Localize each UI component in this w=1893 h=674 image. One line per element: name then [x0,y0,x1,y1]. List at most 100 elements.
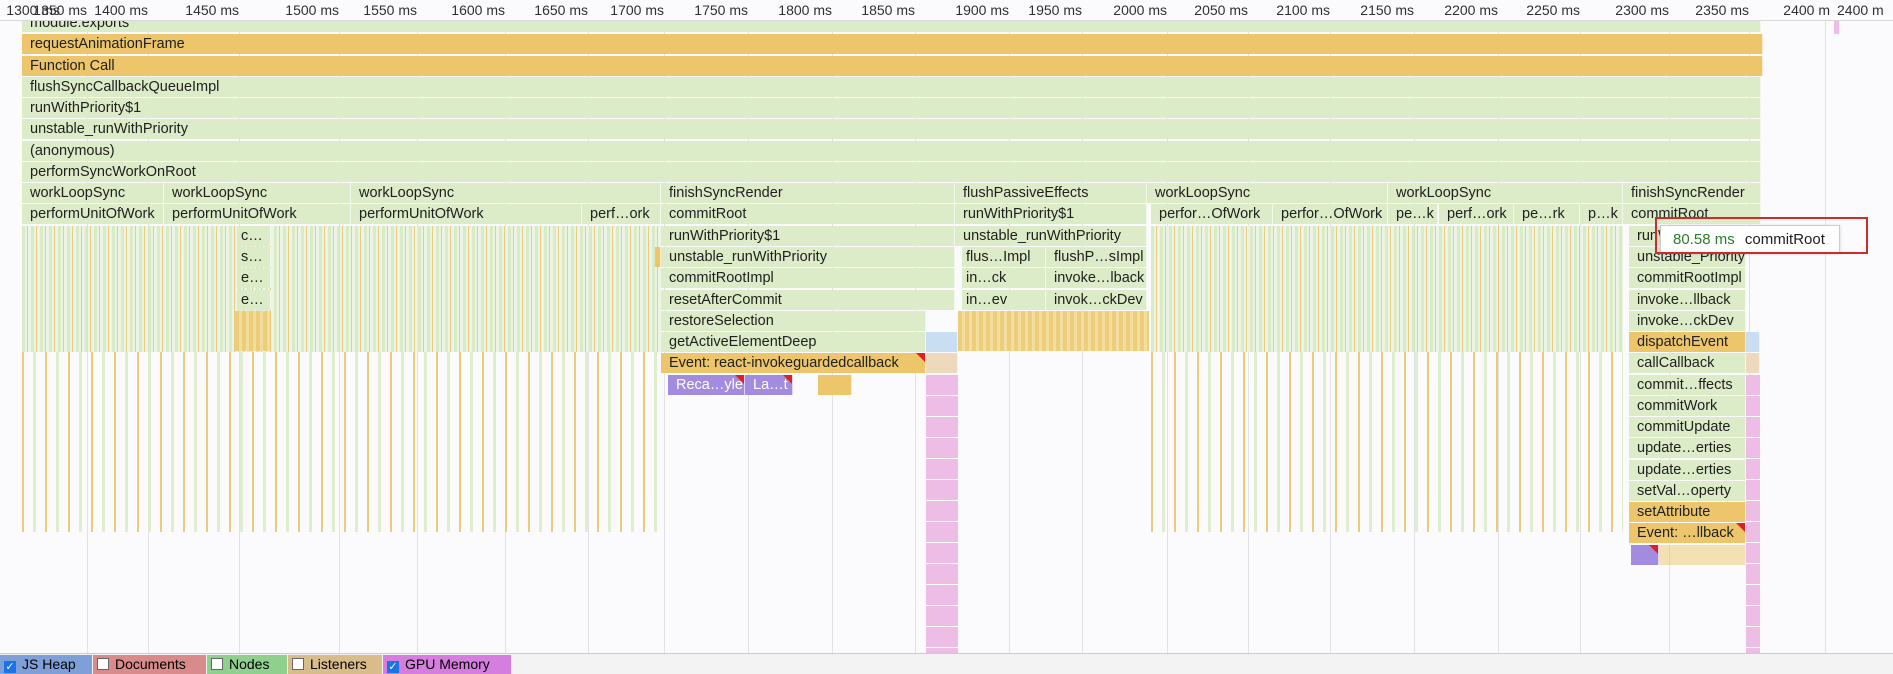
checkbox-icon[interactable] [97,658,109,670]
ruler-tick: 1750 ms [694,2,748,18]
frame-gpu-task[interactable] [1746,332,1760,352]
frame-invoke-callback[interactable]: invoke…llback [1629,290,1746,310]
frame-perform-unit-of-work[interactable]: perf…ork [582,204,661,224]
ruler-tick: 2100 ms [1276,2,1330,18]
frame-perform-unit-of-work[interactable]: performUnitOfWork [164,204,351,224]
ruler-tick: 1800 ms [778,2,832,18]
frame-recalculate-style[interactable]: Reca…yle [668,375,745,395]
ruler-tick: 1950 ms [1028,2,1082,18]
ruler-tick: 2400 m [1837,2,1884,18]
frame-unstable-run-with-priority[interactable]: unstable_runWithPriority [955,226,1147,246]
frame-event-react-invokeguardedcallback[interactable]: Event: react-invokeguardedcallback [661,353,926,373]
flame-chart[interactable]: wrapper module.exports requestAnimationF… [0,0,1893,653]
frame-reset-after-commit[interactable]: resetAfterCommit [661,290,955,310]
frame-commit-root-impl[interactable]: commitRootImpl [1629,268,1746,288]
flush-passive-subframes[interactable] [958,311,1149,351]
ruler-tick: 1400 ms [94,2,148,18]
work-loop-subframes[interactable] [235,311,271,351]
frame-perform-unit-of-work[interactable]: p…k [1580,204,1623,224]
gpu-paint-column[interactable] [1746,375,1760,653]
frame-invoke-callback[interactable]: invoke…lback [1046,268,1147,288]
frame-update-properties[interactable]: update…erties [1629,460,1746,480]
frame-flush-passive-impl[interactable]: flushP…sImpl [1046,247,1147,267]
frame-gpu-task[interactable] [1746,353,1760,373]
frame-invoke-callback-dev[interactable]: in…ev [962,290,1046,310]
frame-unstable-run-with-priority[interactable]: unstable_runWithPriority [22,119,1761,139]
frame-commit-root[interactable]: commitRoot [661,204,955,224]
frame-gpu-task[interactable] [926,353,958,373]
ruler-tick: 1350 ms [33,2,87,18]
time-ruler[interactable]: 1300 ms 1350 ms 1400 ms 1450 ms 1500 ms … [0,0,1893,21]
frame-unstable-run-with-priority[interactable]: unstable_runWithPriority [661,247,955,267]
frame-finish-sync-render[interactable]: finishSyncRender [661,183,955,203]
frame-dispatch-event[interactable]: dispatchEvent [1629,332,1746,352]
checkbox-icon[interactable] [292,658,304,670]
frame-function-call[interactable]: Function Call [22,56,1763,76]
frame-work-loop-sync[interactable]: workLoopSync [351,183,661,203]
counter-nodes[interactable]: Nodes [207,655,287,674]
frame-unnamed-task[interactable] [655,247,661,267]
frame-e-short[interactable]: e… [237,268,271,288]
checkbox-checked-icon[interactable]: ✓ [387,661,399,673]
frame-commit-work[interactable]: commitWork [1629,396,1746,416]
frame-work-loop-sync[interactable]: workLoopSync [1388,183,1623,203]
frame-unnamed-task[interactable] [818,375,852,395]
frame-anonymous[interactable]: (anonymous) [22,141,1761,161]
frame-s-short[interactable]: s… [237,247,271,267]
frame-perform-unit-of-work[interactable]: performUnitOfWork [351,204,582,224]
frame-set-value-property[interactable]: setVal…operty [1629,481,1746,501]
ruler-tick: 2400 m [1783,2,1830,18]
frame-unnamed-task[interactable] [1659,545,1746,565]
counter-listeners[interactable]: Listeners [288,655,382,674]
frame-flush-passive-effects[interactable]: flushPassiveEffects [955,183,1147,203]
frame-set-attribute[interactable]: setAttribute [1629,502,1746,522]
frame-commit-update[interactable]: commitUpdate [1629,417,1746,437]
frame-commit-effects[interactable]: commit…ffects [1629,375,1746,395]
frame-c-short[interactable]: c… [237,226,271,246]
frame-perform-unit-of-work[interactable]: perfor…OfWork [1273,204,1388,224]
frame-commit-root-impl[interactable]: commitRootImpl [661,268,955,288]
frame-invoke-callback[interactable]: in…ck [962,268,1046,288]
frame-update-properties[interactable]: update…erties [1629,438,1746,458]
work-loop-subframes[interactable] [22,226,661,352]
frame-e-short[interactable]: e… [237,290,271,310]
frame-perform-unit-of-work[interactable]: pe…k [1388,204,1438,224]
work-loop-subframes[interactable] [1151,352,1623,532]
frame-run-with-priority[interactable]: runWithPriority$1 [955,204,1147,224]
frame-flush-impl[interactable]: flus…Impl [962,247,1046,267]
frame-event-callback[interactable]: Event: …llback [1629,523,1746,543]
frame-perform-unit-of-work[interactable]: perfor…OfWork [1151,204,1273,224]
counter-js-heap[interactable]: ✓ JS Heap [0,655,92,674]
ruler-tick: 1550 ms [363,2,417,18]
frame-perform-sync-work-on-root[interactable]: performSyncWorkOnRoot [22,162,1761,182]
frame-run-with-priority[interactable]: runWithPriority$1 [22,98,1761,118]
work-loop-subframes[interactable] [1151,226,1623,352]
counter-documents[interactable]: Documents [93,655,206,674]
frame-perform-unit-of-work[interactable]: perf…ork [1439,204,1514,224]
checkbox-icon[interactable] [211,658,223,670]
frame-perform-unit-of-work[interactable]: performUnitOfWork [22,204,164,224]
work-loop-subframes[interactable] [22,352,661,532]
frame-layout[interactable]: La…t [745,375,793,395]
frame-flush-sync-callback-queue[interactable]: flushSyncCallbackQueueImpl [22,77,1761,97]
frame-get-active-element-deep[interactable]: getActiveElementDeep [661,332,926,352]
frame-recalculate-style[interactable] [1631,545,1659,565]
gpu-paint-column[interactable] [926,375,958,653]
frame-work-loop-sync[interactable]: workLoopSync [1147,183,1388,203]
ruler-tick: 2150 ms [1360,2,1414,18]
frame-perform-unit-of-work[interactable]: pe…rk [1514,204,1580,224]
frame-request-animation-frame[interactable]: requestAnimationFrame [22,34,1763,54]
frame-work-loop-sync[interactable]: workLoopSync [164,183,351,203]
frame-run-with-priority[interactable]: runWithPriority$1 [661,226,955,246]
frame-invoke-callback-dev[interactable]: invoke…ckDev [1629,311,1746,331]
counter-label: Listeners [310,656,367,672]
frame-gpu-task[interactable] [926,332,958,352]
frame-finish-sync-render[interactable]: finishSyncRender [1623,183,1761,203]
checkbox-checked-icon[interactable]: ✓ [4,661,16,673]
frame-restore-selection[interactable]: restoreSelection [661,311,926,331]
counter-gpu-memory[interactable]: ✓ GPU Memory [383,655,511,674]
frame-invoke-callback-dev[interactable]: invok…ckDev [1046,290,1147,310]
frame-call-callback[interactable]: callCallback [1629,353,1746,373]
counter-label: Nodes [229,656,270,672]
frame-work-loop-sync[interactable]: workLoopSync [22,183,164,203]
